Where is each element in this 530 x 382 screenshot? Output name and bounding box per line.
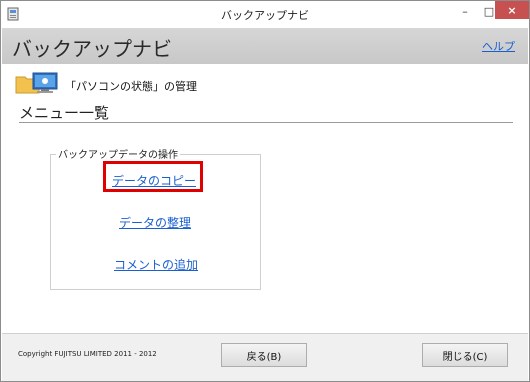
- group-legend: バックアップデータの操作: [56, 146, 180, 161]
- app-window: バックアップナビ – □ × バックアップナビ ヘルプ 「パソコンの状態」の管理…: [0, 0, 530, 382]
- header-band: バックアップナビ ヘルプ: [2, 28, 528, 64]
- pc-folder-icon: [15, 72, 58, 94]
- status-label: 「パソコンの状態」の管理: [65, 80, 197, 93]
- close-window-button[interactable]: ×: [495, 1, 529, 19]
- close-button[interactable]: 閉じる(C): [422, 343, 508, 367]
- add-comment-link[interactable]: コメントの追加: [114, 256, 198, 273]
- window-title: バックアップナビ: [221, 9, 309, 22]
- section-divider: [19, 122, 513, 123]
- section-title: メニュー一覧: [19, 104, 110, 122]
- title-bar: バックアップナビ – □ ×: [1, 1, 529, 28]
- highlight-box: [103, 161, 203, 192]
- app-title: バックアップナビ: [12, 37, 172, 61]
- help-link[interactable]: ヘルプ: [482, 38, 515, 54]
- copyright-text: Copyright FUJITSU LIMITED 2011 - 2012: [18, 350, 157, 358]
- organize-data-link[interactable]: データの整理: [119, 214, 191, 231]
- back-button[interactable]: 戻る(B): [221, 343, 307, 367]
- minimize-button[interactable]: –: [453, 1, 477, 21]
